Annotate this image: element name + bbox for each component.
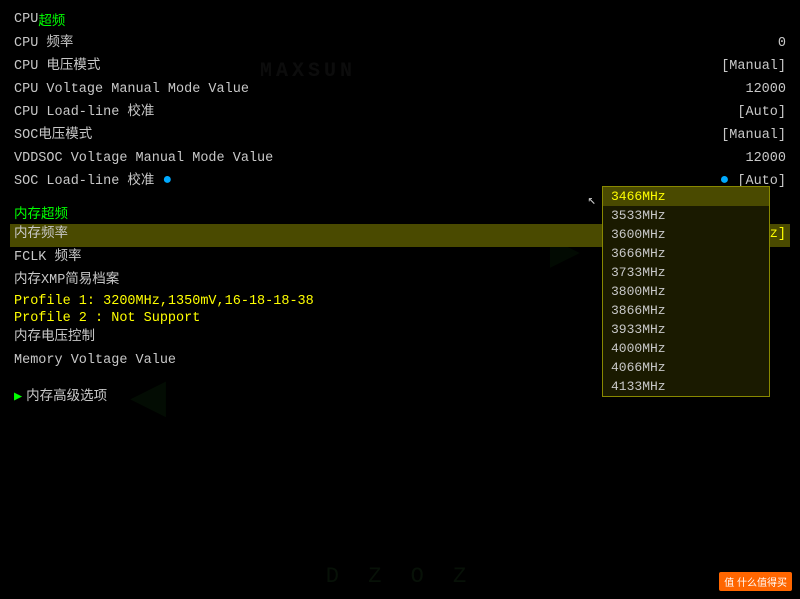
soc-voltage-mode-value: [Manual] [721, 126, 786, 147]
dropdown-item-label: 4066MHz [611, 360, 666, 375]
cpu-loadline-row[interactable]: CPU Load-line 校准 [Auto] [10, 102, 790, 125]
dropdown-item-label: 3733MHz [611, 265, 666, 280]
cpu-freq-value: 0 [778, 34, 786, 55]
cpu-freq-row: CPU 频率 0 [10, 33, 790, 56]
frequency-dropdown[interactable]: 3466MHz 3533MHz 3600MHz 3666MHz 3733MHz … [602, 186, 770, 397]
cpu-voltage-mode-row[interactable]: CPU 电压模式 [Manual] [10, 56, 790, 79]
vddsoc-voltage-value: 12000 [745, 149, 786, 170]
cpu-voltage-mode-label: CPU 电压模式 [14, 57, 100, 78]
dropdown-item-3533[interactable]: 3533MHz [603, 206, 769, 225]
dropdown-item-label: 3666MHz [611, 246, 666, 261]
dropdown-item-label: 4133MHz [611, 379, 666, 394]
cpu-loadline-value: [Auto] [737, 103, 786, 124]
cpu-oc-header: CPU 超频 [10, 8, 790, 31]
dropdown-item-3800[interactable]: 3800MHz [603, 282, 769, 301]
dropdown-item-label: 3533MHz [611, 208, 666, 223]
dropdown-item-3600[interactable]: 3600MHz [603, 225, 769, 244]
bios-background: MAXSUN ◀ ▶ D Z O Z CPU 超频 CPU 频率 0 CPU 电… [0, 0, 800, 599]
dropdown-item-label: 3466MHz [611, 189, 666, 204]
vddsoc-voltage-label: VDDSOC Voltage Manual Mode Value [14, 149, 273, 170]
dropdown-item-3733[interactable]: 3733MHz [603, 263, 769, 282]
soc-loadline-label: SOC Load-line 校准 ● [14, 172, 172, 193]
cpu-freq-label: CPU 频率 [14, 34, 73, 55]
dropdown-item-3666[interactable]: 3666MHz [603, 244, 769, 263]
dropdown-item-label: 3600MHz [611, 227, 666, 242]
dropdown-item-3866[interactable]: 3866MHz [603, 301, 769, 320]
memory-voltage-value-label: Memory Voltage Value [14, 351, 176, 372]
soc-voltage-mode-row[interactable]: SOC电压模式 [Manual] [10, 125, 790, 148]
cpu-voltage-manual-value: 12000 [745, 80, 786, 101]
cpu-voltage-mode-value: [Manual] [721, 57, 786, 78]
dropdown-item-label: 3933MHz [611, 322, 666, 337]
cpu-label: CPU [14, 12, 38, 27]
cpu-voltage-manual-label: CPU Voltage Manual Mode Value [14, 80, 249, 101]
cpu-oc-label: 超频 [38, 9, 65, 30]
cpu-voltage-manual-row[interactable]: CPU Voltage Manual Mode Value 12000 [10, 79, 790, 102]
dropdown-item-label: 4000MHz [611, 341, 666, 356]
fclk-freq-label: FCLK 频率 [14, 248, 82, 269]
dropdown-item-4066[interactable]: 4066MHz [603, 358, 769, 377]
soc-voltage-mode-label: SOC电压模式 [14, 126, 92, 147]
smzdm-badge: 值 什么值得买 [719, 572, 792, 591]
advanced-arrow-icon: ▶ [14, 388, 22, 409]
dropdown-item-4133[interactable]: 4133MHz [603, 377, 769, 396]
dropdown-item-4000[interactable]: 4000MHz [603, 339, 769, 358]
dropdown-item-3466[interactable]: 3466MHz [603, 187, 769, 206]
blue-dot-1: ● [163, 171, 173, 189]
dropdown-item-3933[interactable]: 3933MHz [603, 320, 769, 339]
memory-freq-label: 内存频率 [14, 225, 68, 246]
vddsoc-voltage-row[interactable]: VDDSOC Voltage Manual Mode Value 12000 [10, 148, 790, 171]
dropdown-item-label: 3800MHz [611, 284, 666, 299]
xmp-profile-label: 内存XMP简易档案 [14, 271, 119, 292]
cpu-loadline-label: CPU Load-line 校准 [14, 103, 154, 124]
memory-voltage-control-label: 内存电压控制 [14, 328, 95, 349]
dropdown-item-label: 3866MHz [611, 303, 666, 318]
advanced-options-label: ▶ 内存高级选项 [14, 388, 107, 409]
